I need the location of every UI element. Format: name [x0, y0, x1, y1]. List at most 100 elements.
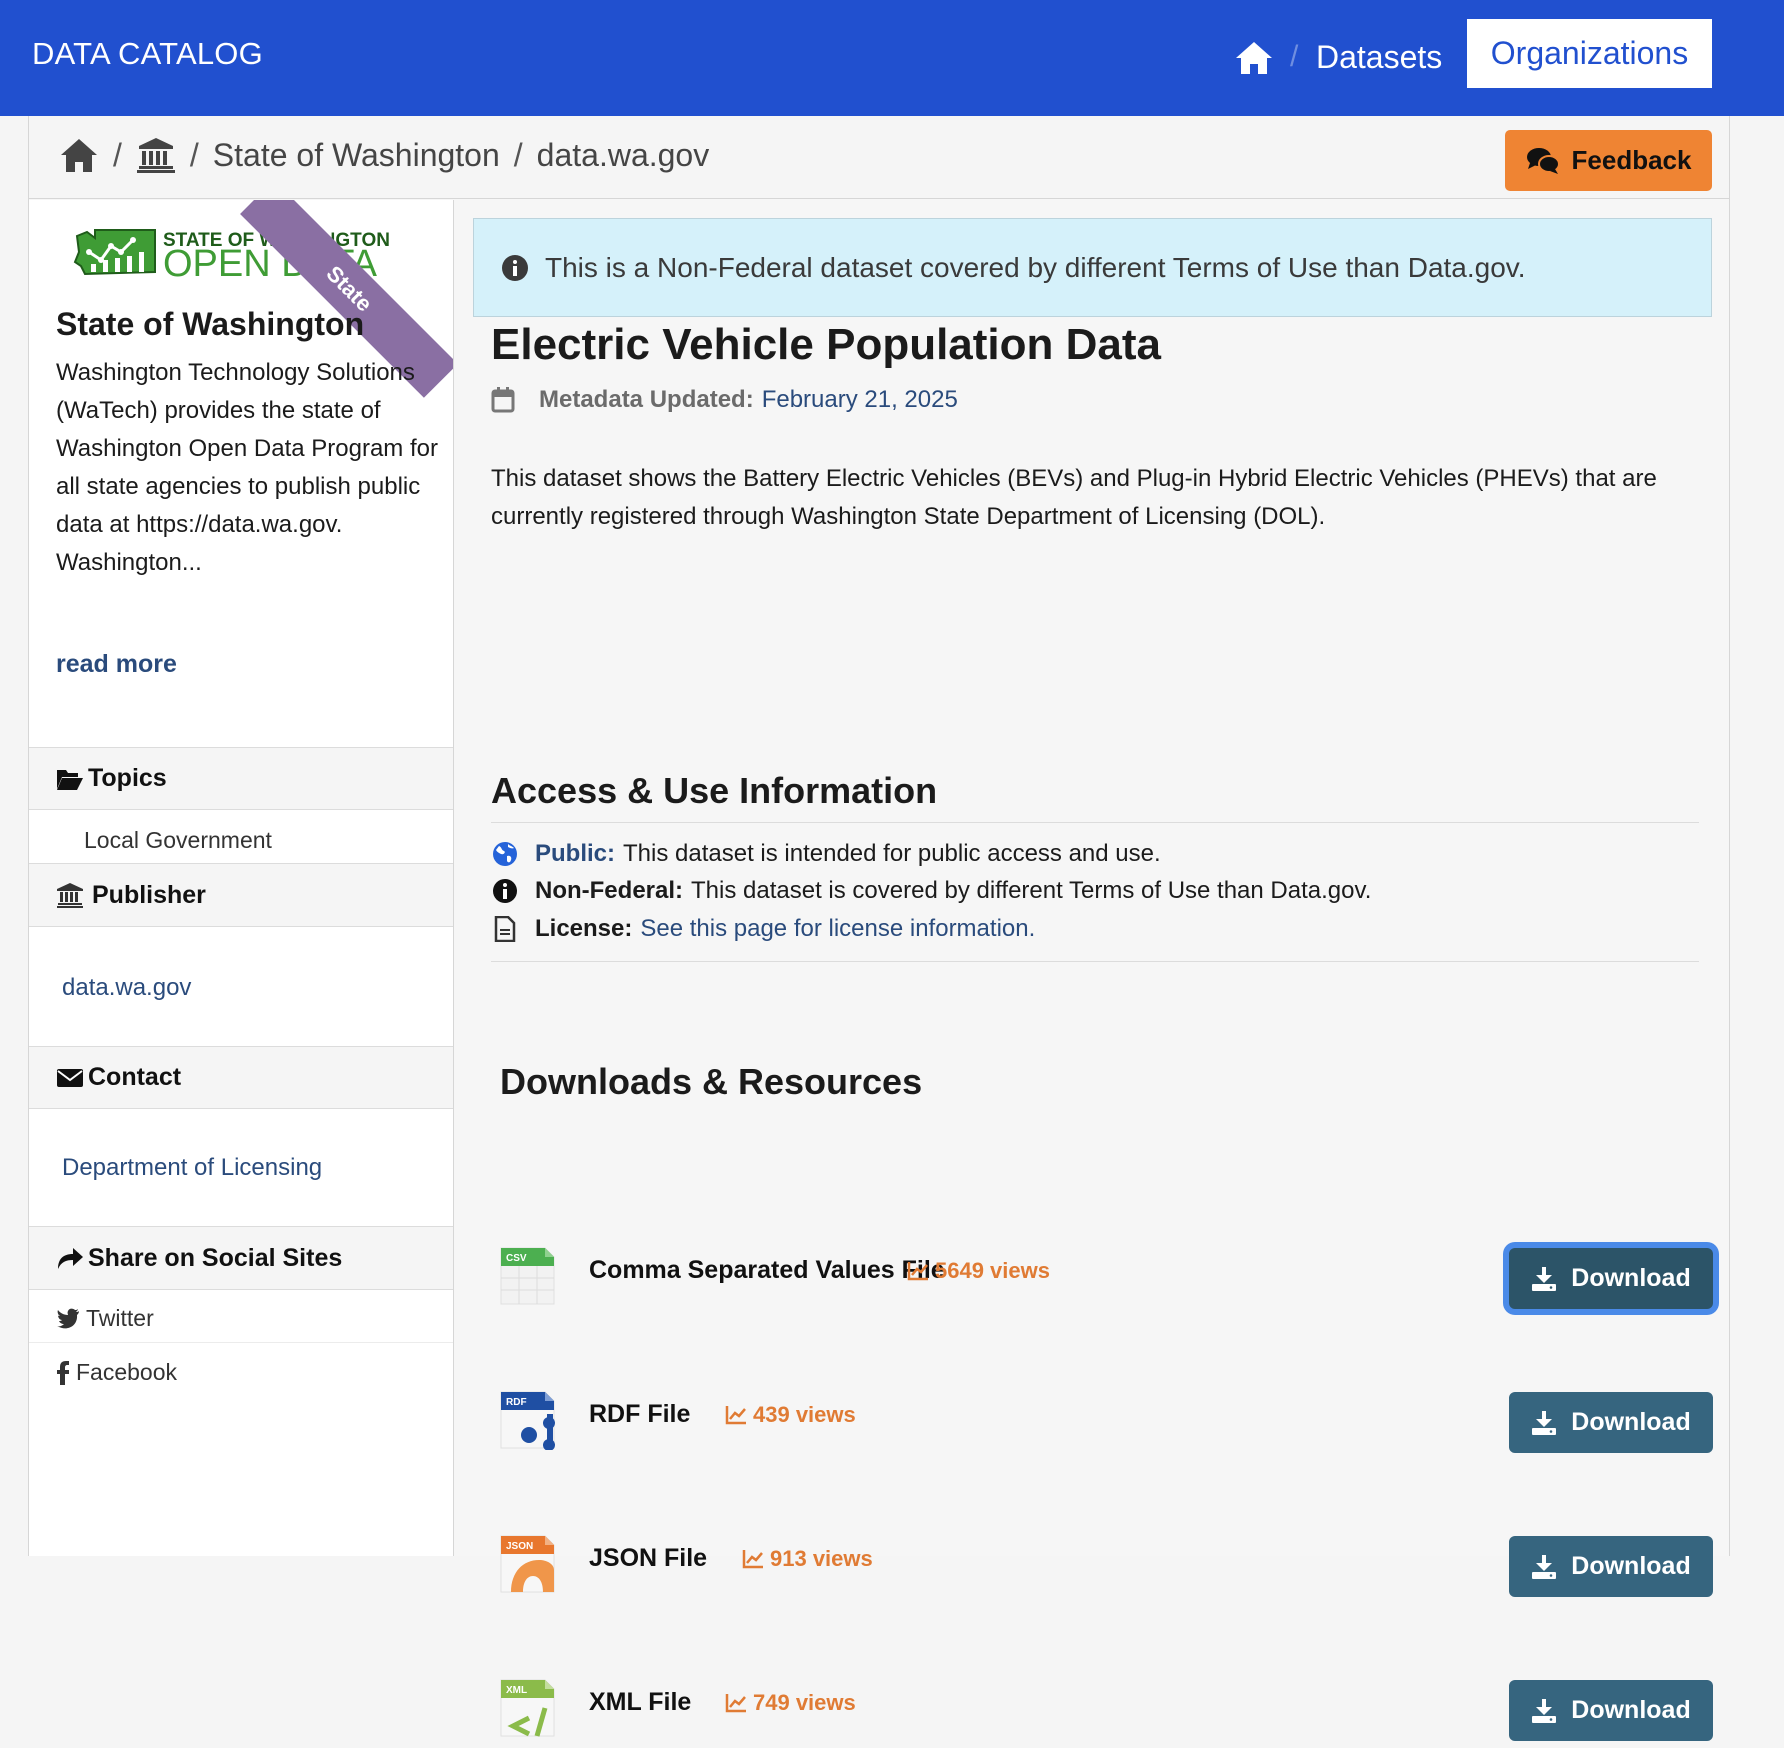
breadcrumb-separator: / — [189, 136, 199, 173]
share-heading: Share on Social Sites — [29, 1226, 453, 1290]
organization-description: Washington Technology Solutions (WaTech)… — [56, 359, 438, 576]
topics-heading-label: Topics — [88, 764, 167, 792]
contact-heading-label: Contact — [88, 1063, 182, 1091]
download-button[interactable]: Download — [1509, 1392, 1713, 1453]
organization-name: State of Washington — [56, 306, 365, 342]
resource-row: XML XML File 749 views Download — [499, 1678, 1729, 1748]
info-icon — [493, 879, 517, 903]
public-label: Public: — [535, 840, 616, 867]
resource-row: RDF RDF File 439 views Download — [499, 1390, 1729, 1460]
document-icon — [494, 916, 516, 942]
topic-item[interactable]: Local Government — [84, 827, 272, 854]
license-label: License: — [535, 915, 633, 942]
nav-separator: / — [1290, 40, 1299, 73]
breadcrumb-publisher[interactable]: data.wa.gov — [537, 137, 710, 174]
share-facebook[interactable]: Facebook — [56, 1359, 177, 1386]
metadata-updated: Metadata Updated: February 21, 2025 — [491, 386, 958, 414]
resource-title[interactable]: Comma Separated Values File — [589, 1256, 945, 1285]
svg-text:XML: XML — [506, 1685, 527, 1696]
nav-organizations-link[interactable]: Organizations — [1467, 19, 1712, 88]
divider — [491, 822, 1699, 823]
svg-text:JSON: JSON — [506, 1541, 533, 1552]
feedback-button[interactable]: Feedback — [1505, 130, 1712, 191]
download-button[interactable]: Download — [1509, 1248, 1713, 1309]
comments-icon — [1526, 147, 1560, 174]
divider — [29, 1342, 453, 1343]
download-icon — [1532, 1554, 1557, 1579]
resource-views: 749 views — [725, 1690, 856, 1716]
main-content: This is a Non-Federal dataset covered by… — [455, 200, 1730, 1741]
home-icon[interactable] — [59, 136, 99, 174]
page-container: / / State of Washington / data.wa.gov Fe… — [28, 116, 1730, 1741]
license-link[interactable]: See this page for license information. — [640, 915, 1035, 943]
site-header: DATA CATALOG / Datasets Organizations — [0, 0, 1784, 116]
access-public: Public: This dataset is intended for pub… — [491, 840, 1161, 868]
downloads-heading: Downloads & Resources — [500, 1061, 923, 1102]
line-chart-icon — [907, 1262, 928, 1281]
share-heading-label: Share on Social Sites — [88, 1243, 343, 1272]
resource-title[interactable]: XML File — [589, 1688, 691, 1717]
svg-text:CSV: CSV — [506, 1253, 527, 1264]
non-federal-alert: This is a Non-Federal dataset covered by… — [473, 218, 1712, 317]
public-text: This dataset is intended for public acce… — [623, 840, 1161, 867]
line-chart-icon — [725, 1406, 746, 1425]
resource-views: 439 views — [725, 1402, 856, 1428]
topics-heading: Topics — [29, 747, 453, 810]
download-button[interactable]: Download — [1509, 1680, 1713, 1741]
feedback-label: Feedback — [1571, 145, 1692, 175]
alert-text: This is a Non-Federal dataset covered by… — [545, 251, 1526, 283]
envelope-icon — [57, 1068, 83, 1087]
breadcrumb-separator: / — [113, 136, 122, 173]
dataset-description: This dataset shows the Battery Electric … — [491, 465, 1657, 530]
folder-open-icon — [57, 769, 83, 790]
calendar-icon — [491, 387, 515, 413]
xml-file-icon: XML — [500, 1679, 555, 1737]
resource-row: CSV Comma Separated Values File 5649 vie… — [499, 1246, 1729, 1316]
metadata-label: Metadata Updated: — [539, 386, 754, 413]
resource-views: 913 views — [742, 1546, 873, 1572]
twitter-icon — [57, 1308, 79, 1328]
share-twitter[interactable]: Twitter — [56, 1305, 154, 1332]
divider — [491, 961, 1699, 962]
contact-link[interactable]: Department of Licensing — [62, 1154, 322, 1182]
download-icon — [1532, 1410, 1557, 1435]
rdf-file-icon: RDF — [500, 1391, 555, 1450]
read-more-link[interactable]: read more — [56, 650, 177, 679]
svg-text:RDF: RDF — [506, 1397, 527, 1408]
dataset-title: Electric Vehicle Population Data — [491, 320, 1161, 369]
line-chart-icon — [725, 1694, 746, 1713]
resource-views: 5649 views — [907, 1258, 1050, 1284]
resource-title[interactable]: RDF File — [589, 1400, 690, 1429]
metadata-date: February 21, 2025 — [761, 386, 958, 413]
resource-title[interactable]: JSON File — [589, 1544, 707, 1573]
json-file-icon: JSON — [500, 1535, 555, 1593]
non-federal-text: This dataset is covered by different Ter… — [691, 877, 1372, 904]
info-icon — [502, 254, 528, 281]
breadcrumb: / / State of Washington / data.wa.gov — [59, 136, 709, 174]
twitter-label: Twitter — [86, 1305, 154, 1331]
csv-file-icon: CSV — [500, 1247, 555, 1305]
contact-heading: Contact — [29, 1046, 453, 1109]
share-icon — [58, 1248, 83, 1269]
download-button[interactable]: Download — [1509, 1536, 1713, 1597]
breadcrumb-separator: / — [513, 136, 523, 173]
publisher-link[interactable]: data.wa.gov — [62, 974, 191, 1002]
nav-datasets-link[interactable]: Datasets — [1316, 39, 1442, 76]
publisher-heading-label: Publisher — [92, 880, 206, 909]
breadcrumb-bar: / / State of Washington / data.wa.gov Fe… — [29, 116, 1729, 199]
publisher-heading: Publisher — [29, 863, 453, 927]
access-license: License: See this page for license infor… — [491, 915, 1035, 943]
facebook-icon — [57, 1360, 69, 1385]
resource-row: JSON JSON File 913 views Download — [499, 1534, 1729, 1604]
home-icon[interactable] — [1234, 40, 1274, 76]
institution-icon[interactable] — [136, 136, 176, 174]
access-non-federal: Non-Federal: This dataset is covered by … — [491, 877, 1371, 905]
download-icon — [1532, 1266, 1557, 1291]
download-icon — [1532, 1698, 1557, 1723]
line-chart-icon — [742, 1550, 763, 1569]
non-federal-label: Non-Federal: — [535, 877, 684, 904]
globe-icon — [493, 842, 517, 866]
breadcrumb-organization[interactable]: State of Washington — [213, 137, 500, 174]
site-brand[interactable]: DATA CATALOG — [32, 36, 263, 72]
institution-icon — [57, 883, 83, 908]
